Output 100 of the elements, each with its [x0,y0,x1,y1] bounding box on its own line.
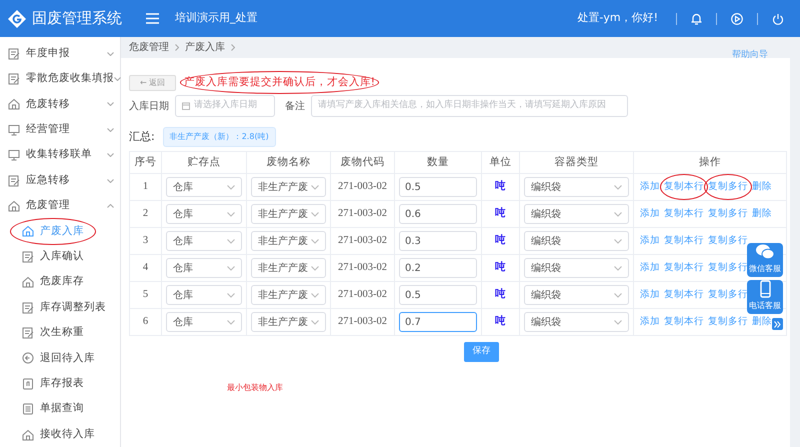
quantity-field[interactable]: 0.2 [399,258,477,278]
breadcrumb-item[interactable]: 危废管理 [129,40,169,55]
service-button[interactable]: 微信客服 [747,243,783,277]
container-select[interactable]: 编织袋 [524,177,629,197]
sidebar-item[interactable]: 年度申报 [0,41,120,66]
sidebar-subitem[interactable]: 入库确认 [0,244,120,270]
date-label: 入库日期 [129,100,169,114]
column-header: 数量 [394,152,482,174]
storage-select[interactable]: 仓库 [166,204,242,224]
logo-icon [8,10,26,28]
sidebar-subitem[interactable]: 库存报表 [0,371,120,396]
sidebar-subitem[interactable]: 单据查询 [0,396,120,422]
unit-text: 吨 [495,261,506,274]
house-icon [8,200,20,212]
organization-name: 培训演示用_处置 [175,10,258,26]
storage-select[interactable]: 仓库 [166,285,242,305]
house-icon [22,428,34,441]
table-cell: 271-003-02 [330,228,394,254]
power-icon[interactable] [772,12,784,24]
chevron-icon [227,238,235,244]
unit-text: 吨 [495,207,506,220]
document-icon [22,250,34,263]
sidebar-subitem[interactable]: 危废库存 [0,270,120,295]
summary-tag: 非生产产废（新）：2.8(吨) [162,127,276,147]
container-select[interactable]: 编织袋 [524,312,629,332]
monitor-icon [8,124,20,136]
list-icon [22,403,34,416]
column-header: 废物代码 [330,152,394,174]
container-select[interactable]: 编织袋 [524,285,629,305]
table-cell: 271-003-02 [330,282,394,308]
app-title: 固废管理系统 [32,8,123,30]
sidebar-item[interactable]: 收集转移联单 [0,142,120,168]
storage-select[interactable]: 仓库 [166,258,242,278]
document-icon [8,73,20,86]
chevron-icon [107,52,114,56]
sidebar-item[interactable]: 危废转移 [0,92,120,118]
footer-note: 最小包装物入库 [227,382,284,394]
column-header: 序号 [130,152,162,174]
waste-name-select[interactable]: 非生产产废 [251,312,326,332]
service-button[interactable]: 电话客服 [747,280,783,314]
waste-name-select[interactable]: 非生产产废 [251,177,326,197]
menu-icon[interactable] [146,13,159,24]
chevron-icon [311,292,319,298]
chevron-icon [614,212,622,216]
chevron-icon [614,238,622,244]
chevron-icon [311,320,319,324]
house-icon [22,225,34,238]
document-icon [22,326,34,339]
storage-select[interactable]: 仓库 [166,312,242,332]
sidebar-subitem[interactable]: 接收待入库 [0,422,120,447]
storage-select[interactable]: 仓库 [166,177,242,197]
quantity-field[interactable]: 0.6 [399,204,477,224]
quantity-field[interactable]: 0.5 [399,177,477,197]
table-cell: 271-003-02 [330,254,394,282]
unit-text: 吨 [495,180,506,192]
unit-text: 吨 [495,288,506,300]
column-header: 单位 [482,152,520,174]
sidebar-item[interactable]: 危废管理 [0,193,120,219]
sidebar-item[interactable]: 零散危废收集填报 [0,66,120,92]
table-cell: 271-003-02 [330,308,394,336]
chat-bubbles-icon [755,243,775,261]
column-header: 贮存点 [162,152,246,174]
table-cell: 2 [130,200,162,228]
collapse-button[interactable] [772,318,783,330]
column-header: 操作 [634,152,786,174]
house-icon [8,98,20,110]
waste-name-select[interactable]: 非生产产废 [251,285,326,305]
chevron-icon [107,128,114,132]
waste-name-select[interactable]: 非生产产废 [251,204,326,224]
quantity-field[interactable]: 0.3 [399,231,477,251]
sidebar-subitem[interactable]: 退回待入库 [0,346,120,372]
sidebar-item[interactable]: 经营管理 [0,117,120,143]
unit-text: 吨 [495,315,506,328]
container-select[interactable]: 编织袋 [524,231,629,251]
quantity-field[interactable]: 0.5 [399,285,477,305]
waste-name-select[interactable]: 非生产产废 [251,258,326,278]
chevron-icon [227,212,235,216]
play-icon[interactable] [731,12,743,24]
sidebar-item[interactable]: 应急转移 [0,168,120,194]
sidebar-subitem[interactable]: 库存调整列表 [0,294,120,320]
column-header: 废物名称 [246,152,330,174]
chevron-icon [311,184,319,190]
document-icon [8,174,20,187]
chevron-icon [614,184,622,190]
breadcrumb-item[interactable]: 产废入库 [185,40,225,55]
chevron-icon [614,266,622,270]
container-select[interactable]: 编织袋 [524,204,629,224]
table-cell: 5 [130,282,162,308]
container-select[interactable]: 编织袋 [524,258,629,278]
chevron-icon [107,204,114,208]
storage-select[interactable]: 仓库 [166,231,242,251]
chevron-icon [227,266,235,270]
house-icon [22,276,34,288]
table-cell: 271-003-02 [330,200,394,228]
remark-label: 备注 [285,100,305,114]
notification-icon[interactable] [691,12,702,24]
waste-name-select[interactable]: 非生产产废 [251,231,326,251]
quantity-field[interactable]: 0.7 [399,312,477,332]
chevron-icon [107,153,114,158]
sidebar-subitem[interactable]: 次生称重 [0,320,120,346]
